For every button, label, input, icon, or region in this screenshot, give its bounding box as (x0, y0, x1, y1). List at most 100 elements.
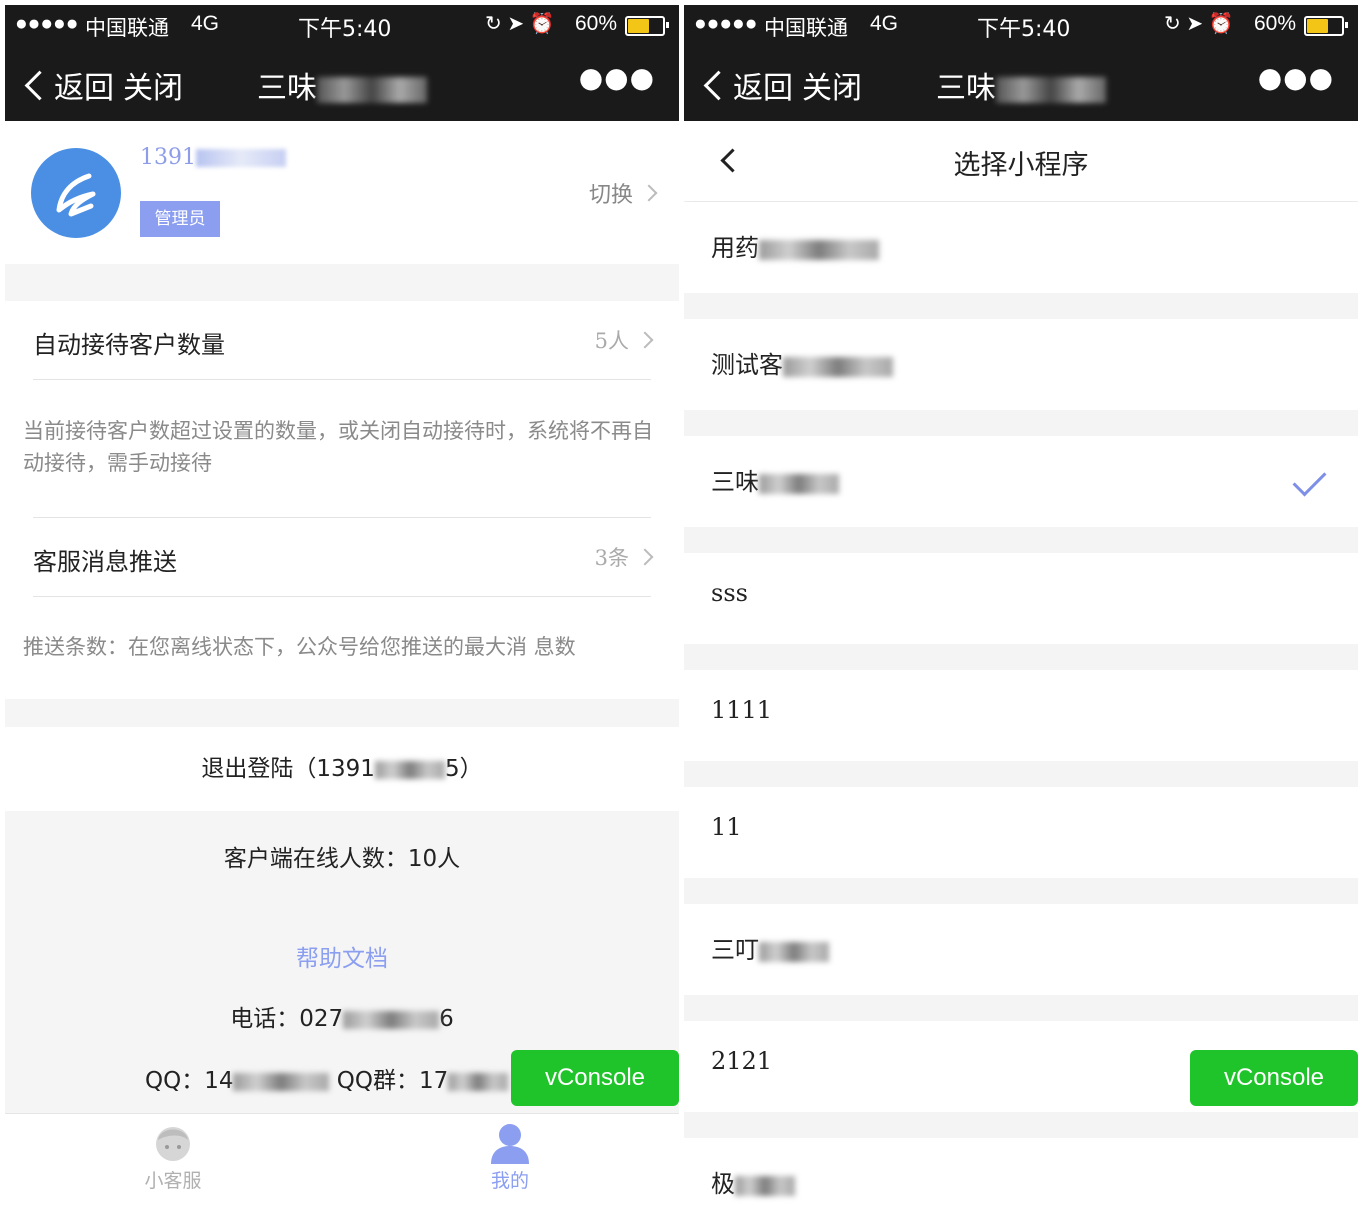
right-screen: ●●●●● 中国联通 4G 下午5:40 ↻ ➤ ⏰ 60% 返回 关闭 三味 … (684, 5, 1358, 1210)
close-button[interactable]: 关闭 (123, 63, 183, 107)
wechat-nav-bar: 返回 关闭 三味 ●●● (684, 43, 1358, 121)
redacted-text (783, 356, 893, 377)
status-icons: ↻ ➤ ⏰ (485, 13, 555, 35)
network-type: 4G (870, 12, 899, 35)
vconsole-button[interactable]: vConsole (1190, 1050, 1358, 1106)
back-button[interactable]: 返回 (21, 63, 114, 107)
push-row[interactable]: 客服消息推送 3条 (33, 517, 654, 597)
redacted-text (448, 1072, 509, 1091)
page-title: 三味 (936, 63, 1106, 107)
back-label: 返回 (733, 71, 793, 106)
status-bar: ●●●●● 中国联通 4G 下午5:40 ↻ ➤ ⏰ 60% (684, 5, 1358, 43)
redacted-text (735, 1175, 795, 1196)
redacted-text (759, 239, 879, 260)
tel-suffix: 6 (439, 1006, 454, 1032)
contact-qq: QQ：14 QQ群：17 (145, 1061, 509, 1095)
tel-prefix: 电话：027 (230, 1006, 344, 1032)
close-button[interactable]: 关闭 (802, 63, 862, 107)
page-title: 三味 (257, 63, 427, 107)
page-title-text: 三味 (257, 71, 317, 106)
auto-reception-value-wrap: 5人 (594, 325, 654, 355)
redacted-text (759, 941, 829, 962)
logout-label: 退出登陆（1391 (201, 756, 375, 782)
account-phone: 1391 (140, 145, 286, 170)
list-item[interactable]: 极 (684, 1138, 1358, 1210)
select-miniprogram-header: 选择小程序 (684, 121, 1358, 201)
list-item[interactable]: 1111 (684, 670, 1358, 761)
wechat-nav-bar: 返回 关闭 三味 ●●● (5, 43, 679, 121)
signal-strength-icon: ●●●●● (694, 12, 758, 35)
redacted-text (233, 1072, 330, 1091)
back-label: 返回 (54, 71, 114, 106)
carrier-name: 中国联通 (85, 16, 169, 40)
auto-reception-section: 自动接待客户数量 5人 当前接待客户数超过设置的数量，或关闭自动接待时，系统将不… (5, 301, 679, 521)
item-label: 三味 (711, 468, 759, 496)
back-button[interactable]: 返回 (700, 63, 793, 107)
status-bar: ●●●●● 中国联通 4G 下午5:40 ↻ ➤ ⏰ 60% (5, 5, 679, 43)
logout-button[interactable]: 退出登陆（1391 5） (5, 727, 679, 811)
vconsole-button[interactable]: vConsole (511, 1050, 679, 1106)
contact-phone: 电话：027 6 (5, 999, 679, 1033)
list-item[interactable]: 用药 (684, 202, 1358, 293)
status-icons: ↻ ➤ ⏰ (1164, 13, 1234, 35)
item-label: 1111 (711, 696, 773, 724)
redacted-text (374, 760, 445, 779)
select-miniprogram-title: 选择小程序 (953, 150, 1089, 181)
item-label: 2121 (711, 1047, 773, 1075)
checkmark-icon (1292, 462, 1327, 497)
battery-percent: 60% (575, 12, 618, 35)
switch-account-button[interactable]: 切换 (588, 177, 658, 209)
push-label: 客服消息推送 (33, 548, 177, 576)
push-description: 推送条数：在您离线状态下，公众号给您推送的最大消 息数 (23, 635, 576, 659)
battery-percent: 60% (1254, 12, 1297, 35)
status-time: 下午5:40 (298, 17, 392, 42)
tab-label: 我的 (490, 1170, 529, 1192)
tab-label: 小客服 (144, 1170, 202, 1192)
list-item[interactable]: 测试客 (684, 319, 1358, 410)
page-title-text: 三味 (936, 71, 996, 106)
battery-icon (625, 16, 669, 36)
signal-strength-icon: ●●●●● (15, 12, 79, 35)
profile-card: 1391 管理员 切换 (5, 121, 679, 264)
auto-reception-value: 5人 (594, 329, 629, 353)
push-section: 客服消息推送 3条 推送条数：在您离线状态下，公众号给您推送的最大消 息数 (5, 517, 679, 699)
customer-service-icon (150, 1120, 196, 1166)
left-screen: ●●●●● 中国联通 4G 下午5:40 ↻ ➤ ⏰ 60% 返回 关闭 三味 … (5, 5, 679, 1210)
tab-mine[interactable]: 我的 (450, 1120, 570, 1193)
tab-bar: 小客服 我的 (5, 1113, 679, 1210)
more-menu-button[interactable]: ●●● (579, 61, 655, 94)
redacted-text (996, 76, 1106, 103)
list-item[interactable]: 三叮 (684, 904, 1358, 995)
chevron-right-icon (640, 184, 658, 202)
redacted-text (196, 149, 286, 167)
push-value-wrap: 3条 (594, 542, 654, 572)
role-badge: 管理员 (140, 201, 220, 237)
status-time: 下午5:40 (977, 17, 1071, 42)
auto-reception-row[interactable]: 自动接待客户数量 5人 (33, 301, 654, 380)
chevron-right-icon (636, 331, 654, 349)
redacted-text (343, 1010, 440, 1029)
battery-icon (1304, 16, 1348, 36)
list-item[interactable]: sss (684, 553, 1358, 644)
redacted-text (759, 473, 839, 494)
list-item-selected[interactable]: 三味 (684, 436, 1358, 527)
account-phone-text: 1391 (140, 145, 196, 170)
switch-label: 切换 (588, 183, 633, 208)
tab-customer-service[interactable]: 小客服 (113, 1120, 233, 1193)
more-menu-button[interactable]: ●●● (1258, 61, 1334, 94)
auto-reception-label: 自动接待客户数量 (33, 331, 225, 359)
item-label: 用药 (711, 234, 759, 262)
user-icon (487, 1120, 533, 1166)
chevron-left-icon (24, 70, 55, 100)
logout-suffix: 5） (444, 756, 483, 782)
list-item[interactable]: 11 (684, 787, 1358, 878)
item-label: 极 (711, 1170, 735, 1198)
push-value: 3条 (594, 546, 629, 570)
item-label: 三叮 (711, 936, 759, 964)
item-label: sss (711, 579, 748, 607)
paper-plane-logo-icon (56, 173, 96, 217)
chevron-left-icon (703, 70, 734, 100)
redacted-text (317, 76, 427, 103)
item-label: 测试客 (711, 351, 783, 379)
help-docs-link[interactable]: 帮助文档 (5, 939, 679, 973)
